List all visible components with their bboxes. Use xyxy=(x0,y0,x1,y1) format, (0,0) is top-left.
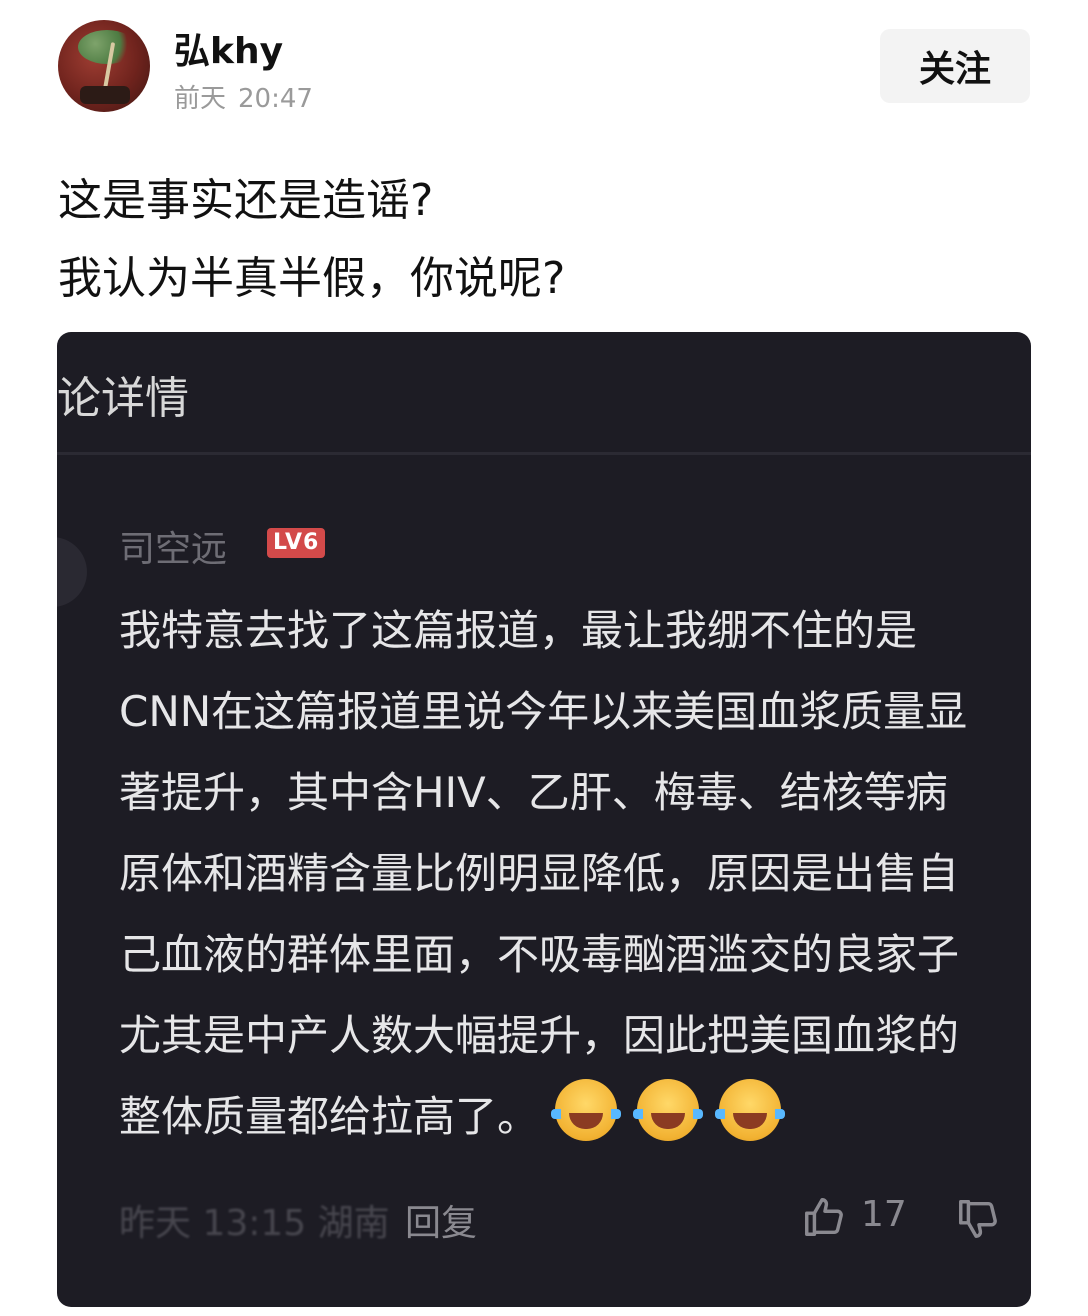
comment-line: 尤其是中产人数大幅提升，因此把美国血浆的 xyxy=(119,1011,960,1060)
follow-button[interactable]: 关注 xyxy=(880,29,1030,103)
avatar-plant-pot xyxy=(80,86,130,104)
comment-line: CNN在这篇报道里说今年以来美国血浆质量显 xyxy=(119,687,968,736)
thumbs-down-icon xyxy=(959,1200,997,1238)
reply-button: 回复 xyxy=(405,1203,478,1244)
comment-line: 我特意去找了这篇报道，最让我绷不住的是 xyxy=(119,606,918,655)
thumbs-up-icon xyxy=(805,1198,843,1236)
embedded-screenshot[interactable]: 论详情 司空远 LV6 我特意去找了这篇报道，最让我绷不住的是 CNN在这篇报道… xyxy=(57,332,1031,1307)
laughing-emoji-icon xyxy=(551,1079,622,1141)
post-text-line: 这是事实还是造谣? xyxy=(58,175,434,226)
post-meta: 前天 20:47 xyxy=(174,78,313,115)
comment-line: 己血液的群体里面，不吸毒酗酒滥交的良家子 xyxy=(119,930,960,979)
comment-body: 我特意去找了这篇报道，最让我绷不住的是 CNN在这篇报道里说今年以来美国血浆质量… xyxy=(119,590,1031,1157)
comment-line: 原体和酒精含量比例明显降低，原因是出售自 xyxy=(119,849,960,898)
like-count: 17 xyxy=(861,1194,907,1235)
post-time: 20:47 xyxy=(238,84,313,114)
comment-date-location: 昨天 13:15 湖南 xyxy=(119,1203,390,1244)
commenter-name: 司空远 xyxy=(119,529,228,570)
screenshot-page-title: 论详情 xyxy=(57,373,189,424)
post-date-label: 前天 xyxy=(174,84,227,114)
laughing-emoji-icon xyxy=(715,1079,786,1141)
author-name[interactable]: 弘khy xyxy=(174,22,283,74)
post-text: 这是事实还是造谣? 我认为半真半假，你说呢? xyxy=(58,162,1030,318)
avatar-plant-leaves xyxy=(78,30,136,64)
commenter-avatar xyxy=(57,537,87,607)
comment-line: 著提升，其中含HIV、乙肝、梅毒、结核等病 xyxy=(119,768,948,817)
post-header: 弘khy 前天 20:47 关注 xyxy=(58,20,1030,114)
author-avatar[interactable] xyxy=(58,20,150,112)
laughing-emoji-icon xyxy=(633,1079,704,1141)
screenshot-divider xyxy=(57,452,1031,455)
comment-line: 整体质量都给拉高了。 xyxy=(119,1092,540,1141)
comment-footer: 昨天 13:15 湖南 回复 17 xyxy=(119,1194,999,1244)
level-badge: LV6 xyxy=(267,528,326,558)
post-text-line: 我认为半真半假，你说呢? xyxy=(58,253,566,304)
comment-last-line: 整体质量都给拉高了。 xyxy=(119,1076,1031,1157)
